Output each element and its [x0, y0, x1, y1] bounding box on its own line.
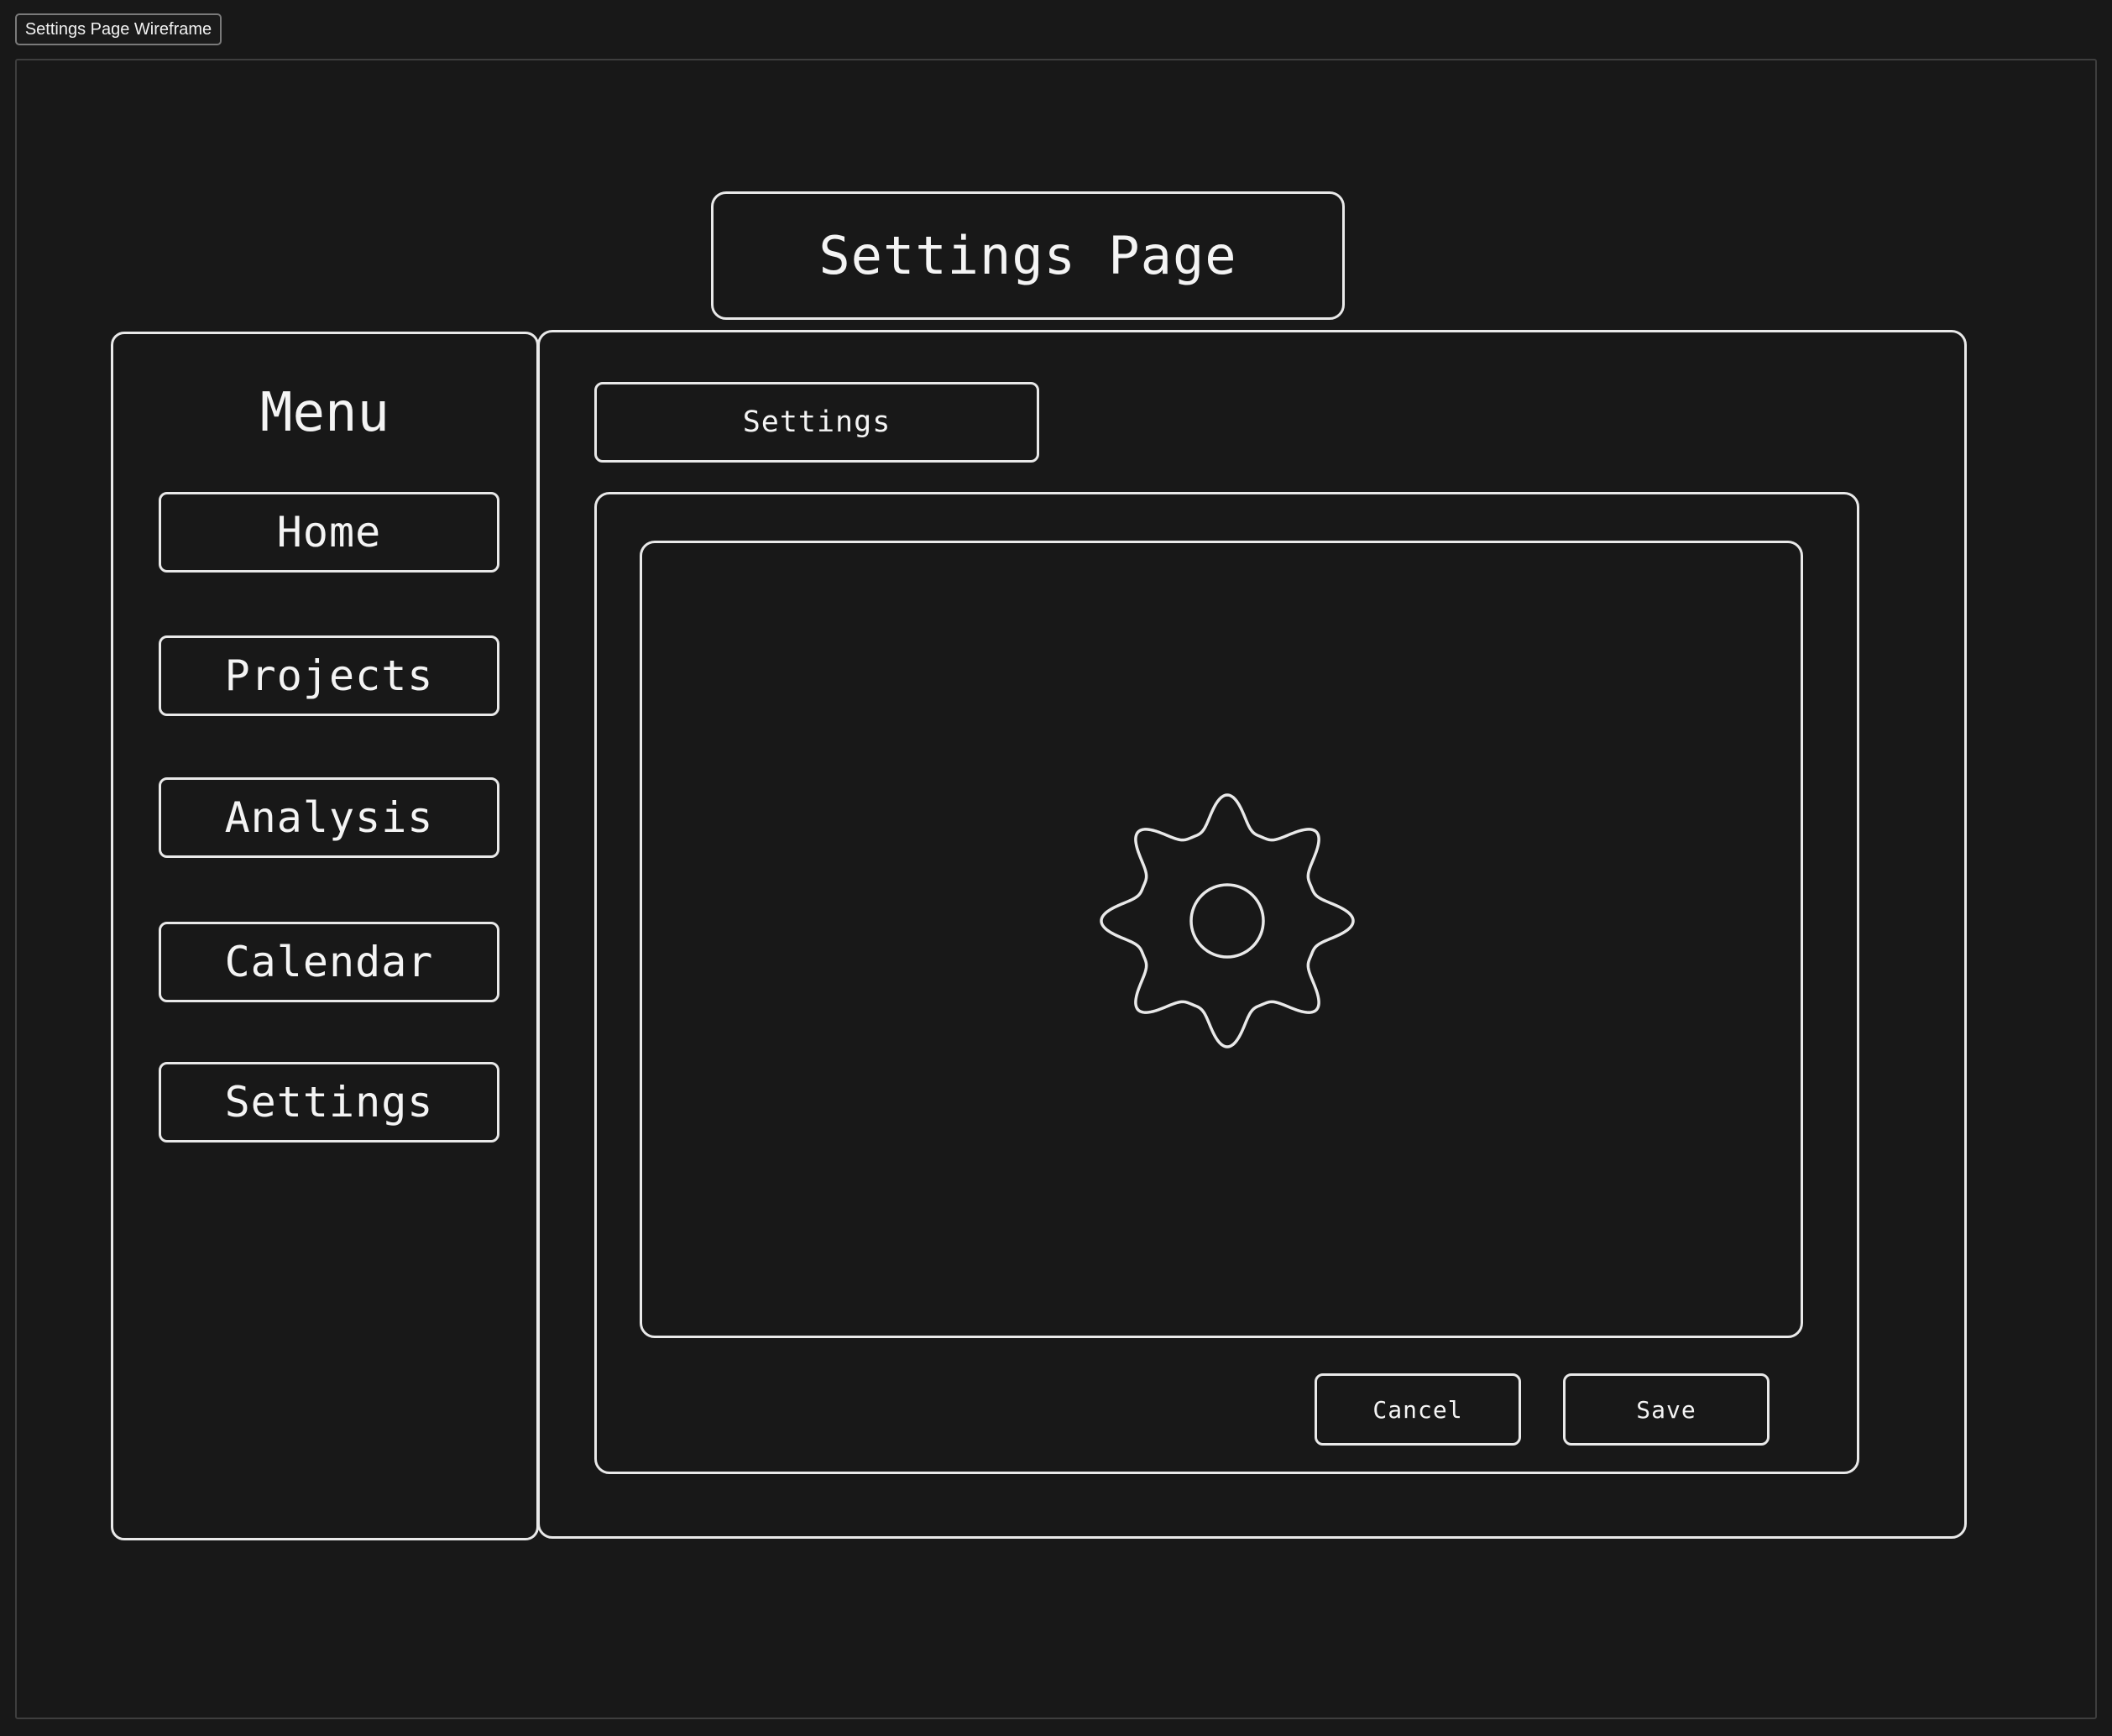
gear-icon: [1100, 793, 1355, 1048]
sidebar-item-home[interactable]: Home: [159, 492, 499, 573]
save-button[interactable]: Save: [1563, 1373, 1770, 1446]
sidebar-item-projects[interactable]: Projects: [159, 635, 499, 716]
tab-label: Settings: [742, 405, 891, 439]
frame-label: Settings Page Wireframe: [15, 13, 222, 45]
cancel-button[interactable]: Cancel: [1315, 1373, 1521, 1446]
sidebar-item-calendar[interactable]: Calendar: [159, 922, 499, 1002]
menu-title: Menu: [259, 382, 390, 444]
sidebar-item-label: Analysis: [224, 793, 434, 842]
sidebar-item-settings[interactable]: Settings: [159, 1062, 499, 1143]
sidebar-item-label: Projects: [224, 651, 434, 700]
sidebar-item-analysis[interactable]: Analysis: [159, 777, 499, 858]
sidebar-item-label: Home: [276, 508, 382, 557]
page-title-box: Settings Page: [711, 191, 1345, 320]
page-title: Settings Page: [818, 225, 1237, 286]
sidebar-item-label: Calendar: [224, 938, 434, 986]
tab-settings[interactable]: Settings: [594, 382, 1039, 463]
sidebar-item-label: Settings: [224, 1078, 434, 1127]
